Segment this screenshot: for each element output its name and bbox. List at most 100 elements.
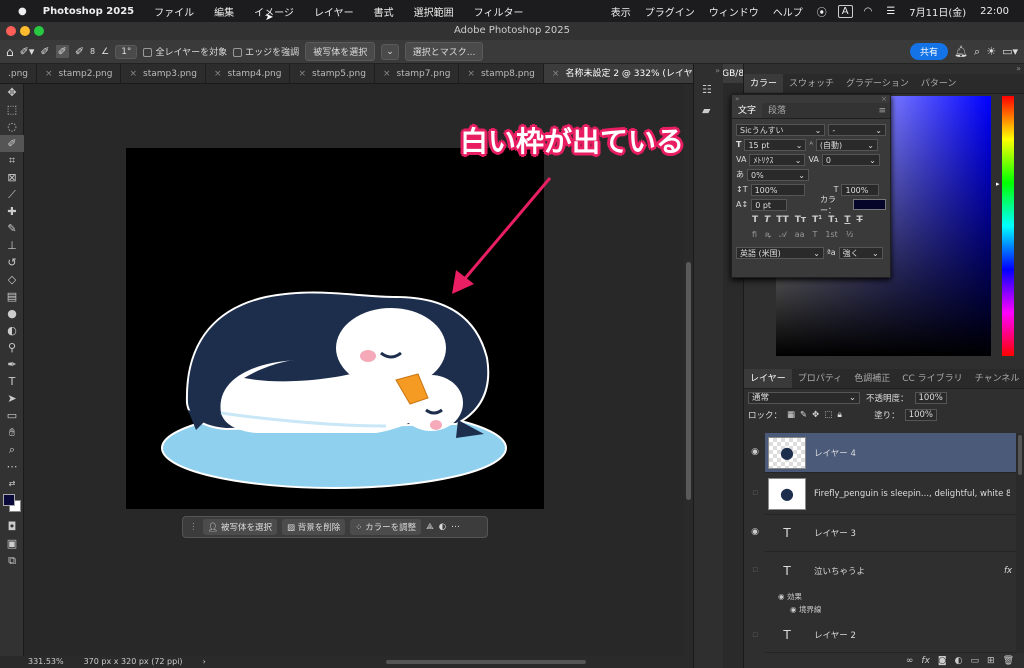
layers-scrollbar[interactable] xyxy=(1016,433,1024,655)
tab-paragraph[interactable]: 段落 xyxy=(762,103,792,118)
wifi-icon[interactable]: ◠ xyxy=(857,6,880,17)
enhance-edge-checkbox[interactable]: エッジを強調 xyxy=(233,45,299,58)
close-tab-icon[interactable]: × xyxy=(552,69,560,79)
layers-scrollbar-thumb[interactable] xyxy=(1018,435,1022,475)
search-icon[interactable]: ⌕ xyxy=(974,45,980,59)
kerning-input[interactable]: ﾒﾄﾘｸｽ ⌄ xyxy=(749,153,806,166)
dodge-tool-icon[interactable]: ◐ xyxy=(0,322,24,339)
hue-slider[interactable] xyxy=(1002,96,1014,356)
layer-name[interactable]: 泣いちゃうよ xyxy=(814,565,865,577)
quick-mask-icon[interactable]: ◘ xyxy=(0,518,24,535)
add-style-icon[interactable]: fx xyxy=(921,656,930,666)
swap-colors-icon[interactable]: ⇄ xyxy=(0,475,24,492)
layer-row[interactable]: ● Firefly_penguin is sleepin..., delight… xyxy=(765,473,1016,515)
zoom-level[interactable]: 331.53% xyxy=(28,656,64,668)
tab-stamp7[interactable]: × stamp7.png xyxy=(375,64,460,83)
crop-tool-icon[interactable]: ⌗ xyxy=(0,152,24,169)
alt-ligatures-icon[interactable]: ꝶ xyxy=(765,229,771,240)
close-tab-icon[interactable]: × xyxy=(467,69,475,79)
history-brush-icon[interactable]: ↺ xyxy=(0,254,24,271)
status-chevron-icon[interactable]: › xyxy=(203,656,206,668)
gradient-tool-icon[interactable]: ▤ xyxy=(0,288,24,305)
tab-stamp4[interactable]: × stamp4.png xyxy=(206,64,291,83)
stylistic-icon[interactable]: aa xyxy=(795,230,805,239)
minimize-window-button[interactable] xyxy=(20,26,30,36)
lock-artboard-icon[interactable]: ⬚ xyxy=(824,410,832,420)
lasso-tool-icon[interactable]: ◌ xyxy=(0,118,24,135)
foreground-color-swatch[interactable] xyxy=(3,494,15,506)
scrollbar-thumb[interactable] xyxy=(686,262,691,500)
font-style-select[interactable]: - ⌄ xyxy=(828,123,886,136)
swash-icon[interactable]: 𝒜 xyxy=(779,230,787,240)
type-tool-icon[interactable]: T xyxy=(0,373,24,390)
comments-panel-icon[interactable]: ▰ xyxy=(694,102,723,119)
tab-channels[interactable]: チャンネル xyxy=(969,369,1024,388)
move-tool-icon[interactable]: ✥ xyxy=(0,84,24,101)
tab-swatches[interactable]: スウォッチ xyxy=(783,74,840,93)
tab-layers[interactable]: レイヤー xyxy=(744,369,792,388)
select-subject-dropdown[interactable]: ⌄ xyxy=(381,43,399,60)
zoom-window-button[interactable] xyxy=(34,26,44,36)
antialias-select[interactable]: 強く ⌄ xyxy=(838,246,883,259)
ligatures-icon[interactable]: ﬁ xyxy=(752,230,757,239)
ctx-select-subject-button[interactable]: 👤︎ 被写体を選択 xyxy=(202,519,278,535)
horizontal-scrollbar[interactable] xyxy=(385,660,586,664)
layer-row[interactable]: ● レイヤー 4 xyxy=(765,433,1016,473)
eraser-tool-icon[interactable]: ◇ xyxy=(0,271,24,288)
drag-handle-icon[interactable]: ⋮ xyxy=(189,522,198,532)
burn-tool-icon[interactable]: ⚲ xyxy=(0,339,24,356)
tab-gradients[interactable]: グラデーション xyxy=(840,74,915,93)
layer-name[interactable]: Firefly_penguin is sleepin..., delightfu… xyxy=(814,489,1010,499)
workspace-icon[interactable]: ▭▾ xyxy=(1002,45,1018,58)
delete-layer-icon[interactable]: 🗑︎ xyxy=(1003,656,1014,666)
faux-italic-icon[interactable]: T xyxy=(764,215,770,225)
eye-small-icon[interactable]: ◉ xyxy=(778,592,787,601)
tab-stamp5[interactable]: × stamp5.png xyxy=(290,64,375,83)
font-family-select[interactable]: Sicうんすい ⌄ xyxy=(736,123,826,136)
menu-view[interactable]: 表示 xyxy=(604,4,638,19)
menu-help[interactable]: ヘルプ xyxy=(766,4,810,19)
close-window-button[interactable] xyxy=(6,26,16,36)
tab-stamp8[interactable]: × stamp8.png xyxy=(459,64,544,83)
select-and-mask-button[interactable]: 選択とマスク... xyxy=(404,42,484,61)
tab-properties[interactable]: プロパティ xyxy=(792,369,848,388)
apple-icon[interactable]: ● xyxy=(8,6,37,17)
all-caps-icon[interactable]: TT xyxy=(776,215,789,225)
tab-stamp3[interactable]: × stamp3.png xyxy=(121,64,206,83)
text-color-swatch[interactable] xyxy=(852,199,886,210)
eye-small-icon[interactable]: ◉ xyxy=(790,605,799,614)
close-tab-icon[interactable]: × xyxy=(383,69,391,79)
layer-name[interactable]: レイヤー 4 xyxy=(814,447,856,459)
home-icon[interactable]: ⌂ xyxy=(6,45,14,59)
tab-adjustments[interactable]: 色調補正 xyxy=(848,369,896,388)
faux-bold-icon[interactable]: T xyxy=(752,215,758,225)
add-mask-icon[interactable]: ◙ xyxy=(938,656,947,666)
tab-color[interactable]: カラー xyxy=(744,74,784,93)
collapse-dock-icon[interactable]: » xyxy=(744,64,1024,74)
small-caps-icon[interactable]: Tт xyxy=(795,215,806,225)
notifications-icon[interactable]: 🔔︎ xyxy=(954,45,968,58)
adjust-icon[interactable]: ◐ xyxy=(439,522,446,532)
record-icon[interactable]: ⦿ xyxy=(810,4,834,19)
layer-name[interactable]: レイヤー 3 xyxy=(814,527,856,539)
tab-active-document[interactable]: × 名称未設定 2 @ 332% (レイヤー 4, RGB/8) * xyxy=(543,64,764,83)
brush-tool-icon[interactable]: ✎ xyxy=(0,220,24,237)
tracking-input[interactable]: 0 ⌄ xyxy=(821,153,880,166)
leading-input[interactable]: (自動) ⌄ xyxy=(815,138,878,151)
subtract-selection-icon[interactable]: ✐ xyxy=(75,45,84,58)
menu-filter[interactable]: フィルター xyxy=(464,4,534,19)
visibility-toggle-off[interactable]: ▫ xyxy=(749,565,761,575)
screen-mode-icon[interactable]: ▣ xyxy=(0,535,24,552)
baseline-input[interactable]: 0 pt xyxy=(751,198,787,211)
ordinals-icon[interactable]: 1st xyxy=(825,230,837,239)
zoom-tool-icon[interactable]: ⌕ xyxy=(0,441,24,458)
menu-select[interactable]: 選択範囲 xyxy=(404,4,464,19)
tab-patterns[interactable]: パターン xyxy=(915,74,963,93)
link-layers-icon[interactable]: ∞ xyxy=(906,656,914,666)
pen-tool-icon[interactable]: ✒ xyxy=(0,356,24,373)
visibility-toggle-off[interactable]: ▫ xyxy=(749,630,761,640)
hand-tool-icon[interactable]: ✋︎ xyxy=(0,424,24,441)
layer-name[interactable]: レイヤー 2 xyxy=(814,629,856,641)
ctx-adjust-color-button[interactable]: ⁘ カラーを調整 xyxy=(350,519,422,535)
color-swatches[interactable] xyxy=(0,492,23,518)
